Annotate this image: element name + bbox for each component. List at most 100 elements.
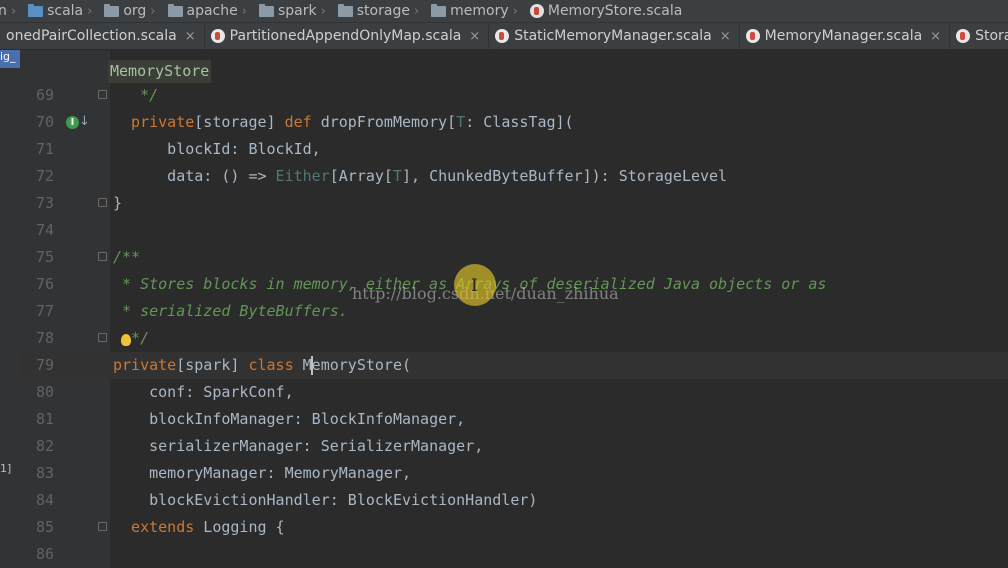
code-token: T [392,167,402,185]
code-token: [storage] [194,113,285,131]
code-line[interactable]: extends Logging { [131,514,285,541]
breadcrumb-item[interactable]: memory › [423,0,522,22]
line-number: 82 [35,437,54,455]
tab-close-icon[interactable]: × [469,29,480,44]
code-token: blockId: BlockId, [167,140,321,158]
code-line[interactable]: serializerManager: SerializerManager, [149,433,483,460]
chevron-right-icon: › [512,3,518,19]
code-token: dropFromMemory[ [320,113,457,131]
folder-icon [258,3,274,17]
tab-close-icon[interactable]: × [930,29,941,44]
scala-file-icon [956,29,971,43]
line-number: 74 [35,221,54,239]
code-line[interactable]: /** [113,244,140,271]
code-token: /** [113,248,141,266]
code-token: class [248,356,303,374]
code-token: ], ChunkedByteBuffer]): StorageLevel [401,167,728,185]
code-token: conf: SparkConf, [149,383,294,401]
tab-label: MemoryManager.scala [764,28,923,44]
scala-file-icon [529,4,544,18]
code-line[interactable]: private[spark] class MemoryStore( [113,352,411,379]
navigation-breadcrumb: n›scala›org›apache›spark›storage›memory›… [0,0,1008,23]
tab-close-icon[interactable]: × [185,29,196,44]
code-token: blockEvictionHandler: BlockEvictionHandl… [149,491,538,509]
tab-label: PartitionedAppendOnlyMap.scala [229,28,462,44]
text-caret [311,356,313,375]
line-number: 71 [35,140,54,158]
line-number: 72 [35,167,54,185]
code-line[interactable]: data: () => Either[Array[T], ChunkedByte… [167,163,727,190]
line-number: 70 [35,113,54,131]
breadcrumb-label: apache [186,3,238,19]
code-token: */ [140,86,159,104]
line-number: 83 [35,464,54,482]
line-number: 77 [35,302,54,320]
editor-tab[interactable]: onedPairCollection.scala × [0,23,205,49]
code-line[interactable]: * serialized ByteBuffers. [122,298,348,325]
breadcrumb-label: scala [47,3,84,19]
code-line[interactable]: blockEvictionHandler: BlockEvictionHandl… [149,487,537,514]
code-token: MemoryStore( [302,356,412,374]
text-cursor-icon: I [471,276,478,296]
line-number: 76 [35,275,54,293]
breadcrumb-item[interactable]: storage › [330,0,423,22]
breadcrumb-item[interactable]: apache › [160,0,251,22]
scala-file-icon [495,29,510,43]
code-token: [spark] [176,356,249,374]
breadcrumb-item[interactable]: scala › [20,0,96,22]
fold-marker-icon[interactable] [98,90,107,99]
project-strip-label[interactable]: ig_ [0,50,20,68]
breadcrumb-label: storage [356,3,410,19]
code-token: * serialized ByteBuffers. [122,302,348,320]
implements-gutter-icon[interactable]: I [66,116,79,129]
line-number: 78 [35,329,54,347]
fold-marker-icon[interactable] [98,252,107,261]
structure-strip-label: 1] [0,462,12,475]
editor-tab[interactable]: StorageM [950,23,1008,49]
editor-tab[interactable]: StaticMemoryManager.scala × [489,23,740,49]
editor-tab[interactable]: MemoryManager.scala × [740,23,951,49]
tab-label: StaticMemoryManager.scala [514,28,712,44]
tab-label: StorageM [975,28,1008,44]
line-number: 80 [35,383,54,401]
chevron-right-icon: › [413,3,420,19]
folder-icon [167,3,183,17]
code-line[interactable]: memoryManager: MemoryManager, [149,460,411,487]
code-token: extends [131,518,204,536]
code-token: private [131,113,195,131]
code-line[interactable]: blockId: BlockId, [167,136,321,163]
line-number: 85 [35,518,54,536]
fold-marker-icon[interactable] [98,522,107,531]
code-line[interactable]: */ [140,82,158,109]
line-number: 84 [35,491,54,509]
fold-marker-icon[interactable] [98,333,107,342]
chevron-right-icon: › [87,3,93,19]
breadcrumb-item[interactable]: org › [96,0,159,22]
line-number: 69 [35,86,54,104]
code-token: memoryManager: MemoryManager, [149,464,412,482]
code-line[interactable]: blockInfoManager: BlockInfoManager, [149,406,465,433]
chevron-right-icon: › [241,3,247,19]
breadcrumb-label: memory [450,3,509,19]
code-line[interactable]: } [113,190,122,217]
project-tool-strip[interactable] [0,50,20,568]
code-token: def [284,113,321,131]
code-line[interactable]: private[storage] def dropFromMemory[T: C… [131,109,574,136]
breadcrumb-label: MemoryStore.scala [547,3,683,19]
code-line[interactable]: conf: SparkConf, [149,379,294,406]
breadcrumb-label: org [123,3,147,19]
breadcrumb-label: n [0,3,7,19]
breadcrumb-item[interactable]: MemoryStore.scala [522,0,686,22]
context-hint-label: MemoryStore [108,60,212,83]
tab-close-icon[interactable]: × [720,29,731,44]
arrow-down-icon[interactable]: ↓ [79,114,90,129]
code-token: [Array[ [329,167,393,185]
line-number: 75 [35,248,54,266]
folder-icon [431,3,447,17]
fold-marker-icon[interactable] [98,198,107,207]
code-token: private [113,356,177,374]
lightbulb-icon[interactable] [121,334,131,346]
breadcrumb-item[interactable]: spark › [251,0,330,22]
editor-tab[interactable]: PartitionedAppendOnlyMap.scala × [205,23,490,49]
breadcrumb-item[interactable]: n› [0,0,20,22]
